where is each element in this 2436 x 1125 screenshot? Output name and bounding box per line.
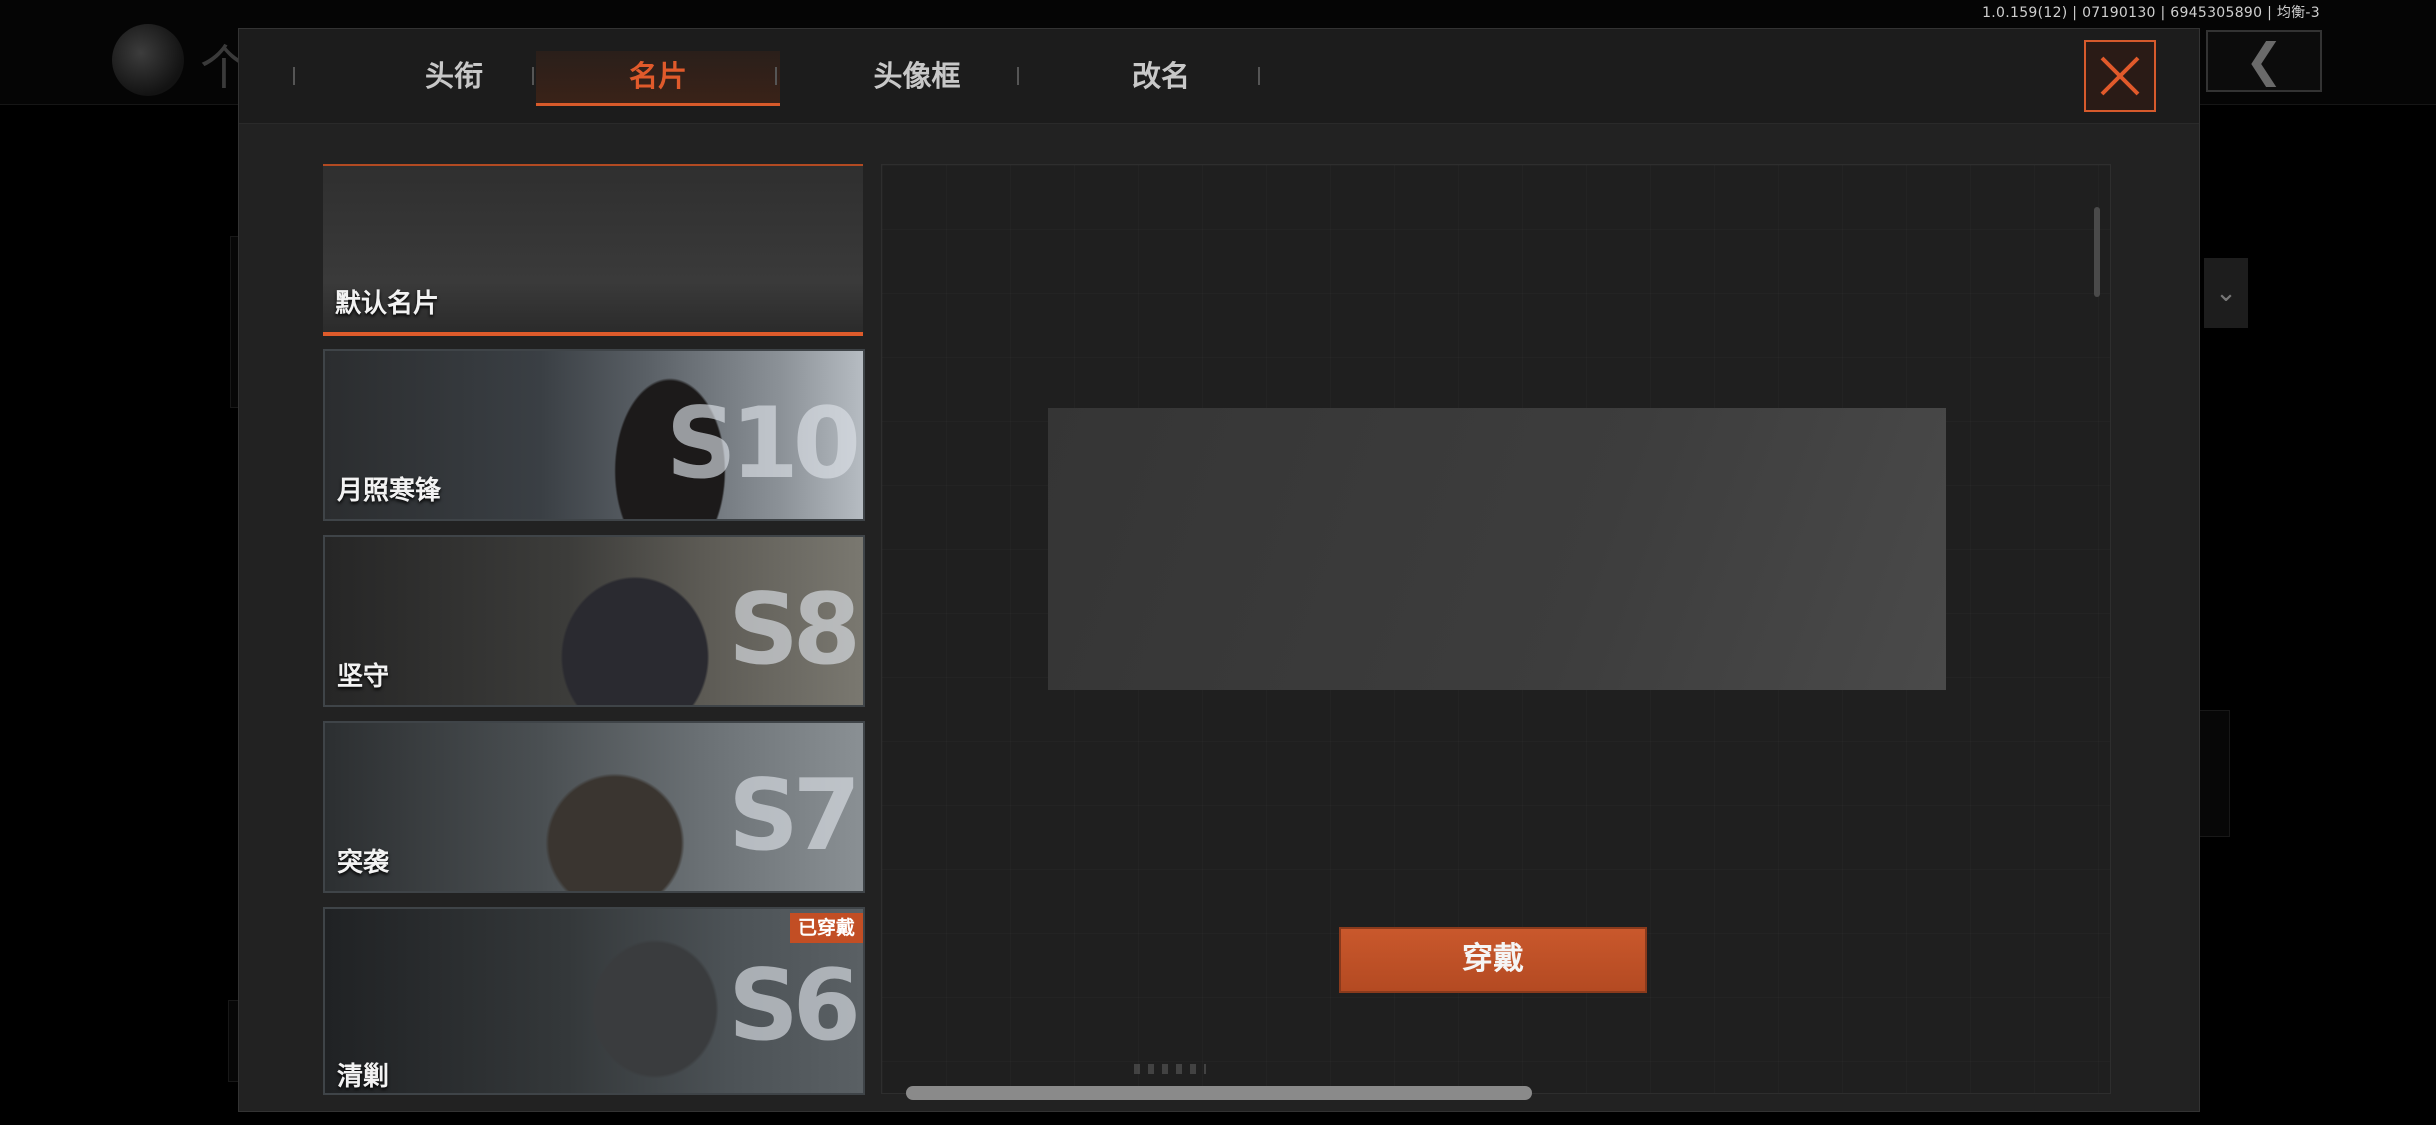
tab-separator (775, 67, 777, 85)
tab-separator (293, 67, 295, 85)
tab-separator (532, 67, 534, 85)
card-item-s7[interactable]: S7 突袭 (323, 721, 865, 893)
business-card-modal: 头衔 名片 头像框 改名 默认名片 S10 月照寒锋 S8 坚守 S7 突袭 S… (238, 28, 2200, 1112)
close-button[interactable] (2084, 40, 2156, 112)
tab-rename[interactable]: 改名 (1039, 51, 1283, 103)
globe-logo-icon (112, 24, 184, 96)
decorative-mark (1134, 1064, 1206, 1074)
card-season: S10 (666, 387, 861, 501)
back-chevron-icon[interactable]: ❮ (2206, 30, 2322, 92)
card-label: 默认名片 (335, 289, 440, 319)
tab-separator (1258, 67, 1260, 85)
wear-button[interactable]: 穿戴 (1339, 927, 1647, 993)
tab-business-card[interactable]: 名片 (536, 51, 780, 106)
version-readout: 1.0.159(12) | 07190130 | 6945305890 | 均衡… (1982, 5, 2320, 21)
background-panel-right (2198, 710, 2230, 837)
card-label: 月照寒锋 (337, 476, 442, 506)
home-indicator[interactable] (906, 1086, 1532, 1100)
card-label: 清剿 (337, 1062, 390, 1092)
card-season: S7 (728, 759, 861, 873)
card-item-s6[interactable]: S6 已穿戴 清剿 (323, 907, 865, 1095)
card-item-s10[interactable]: S10 月照寒锋 (323, 349, 865, 521)
equipped-badge: 已穿戴 (789, 913, 863, 943)
background-dropdown-chevron-icon: ⌄ (2204, 258, 2248, 328)
card-label: 坚守 (337, 662, 390, 692)
card-season: S8 (728, 573, 861, 687)
tab-avatar-frame[interactable]: 头像框 (795, 51, 1039, 103)
close-icon (2100, 56, 2140, 96)
scrollbar-thumb[interactable] (2094, 207, 2100, 297)
tab-separator (1017, 67, 1019, 85)
card-preview (1048, 408, 1946, 690)
tab-bar: 头衔 名片 头像框 改名 (239, 29, 2199, 124)
card-item-s8[interactable]: S8 坚守 (323, 535, 865, 707)
card-season: S6 (728, 949, 861, 1063)
card-item-default[interactable]: 默认名片 (323, 164, 863, 336)
card-label: 突袭 (337, 848, 390, 878)
